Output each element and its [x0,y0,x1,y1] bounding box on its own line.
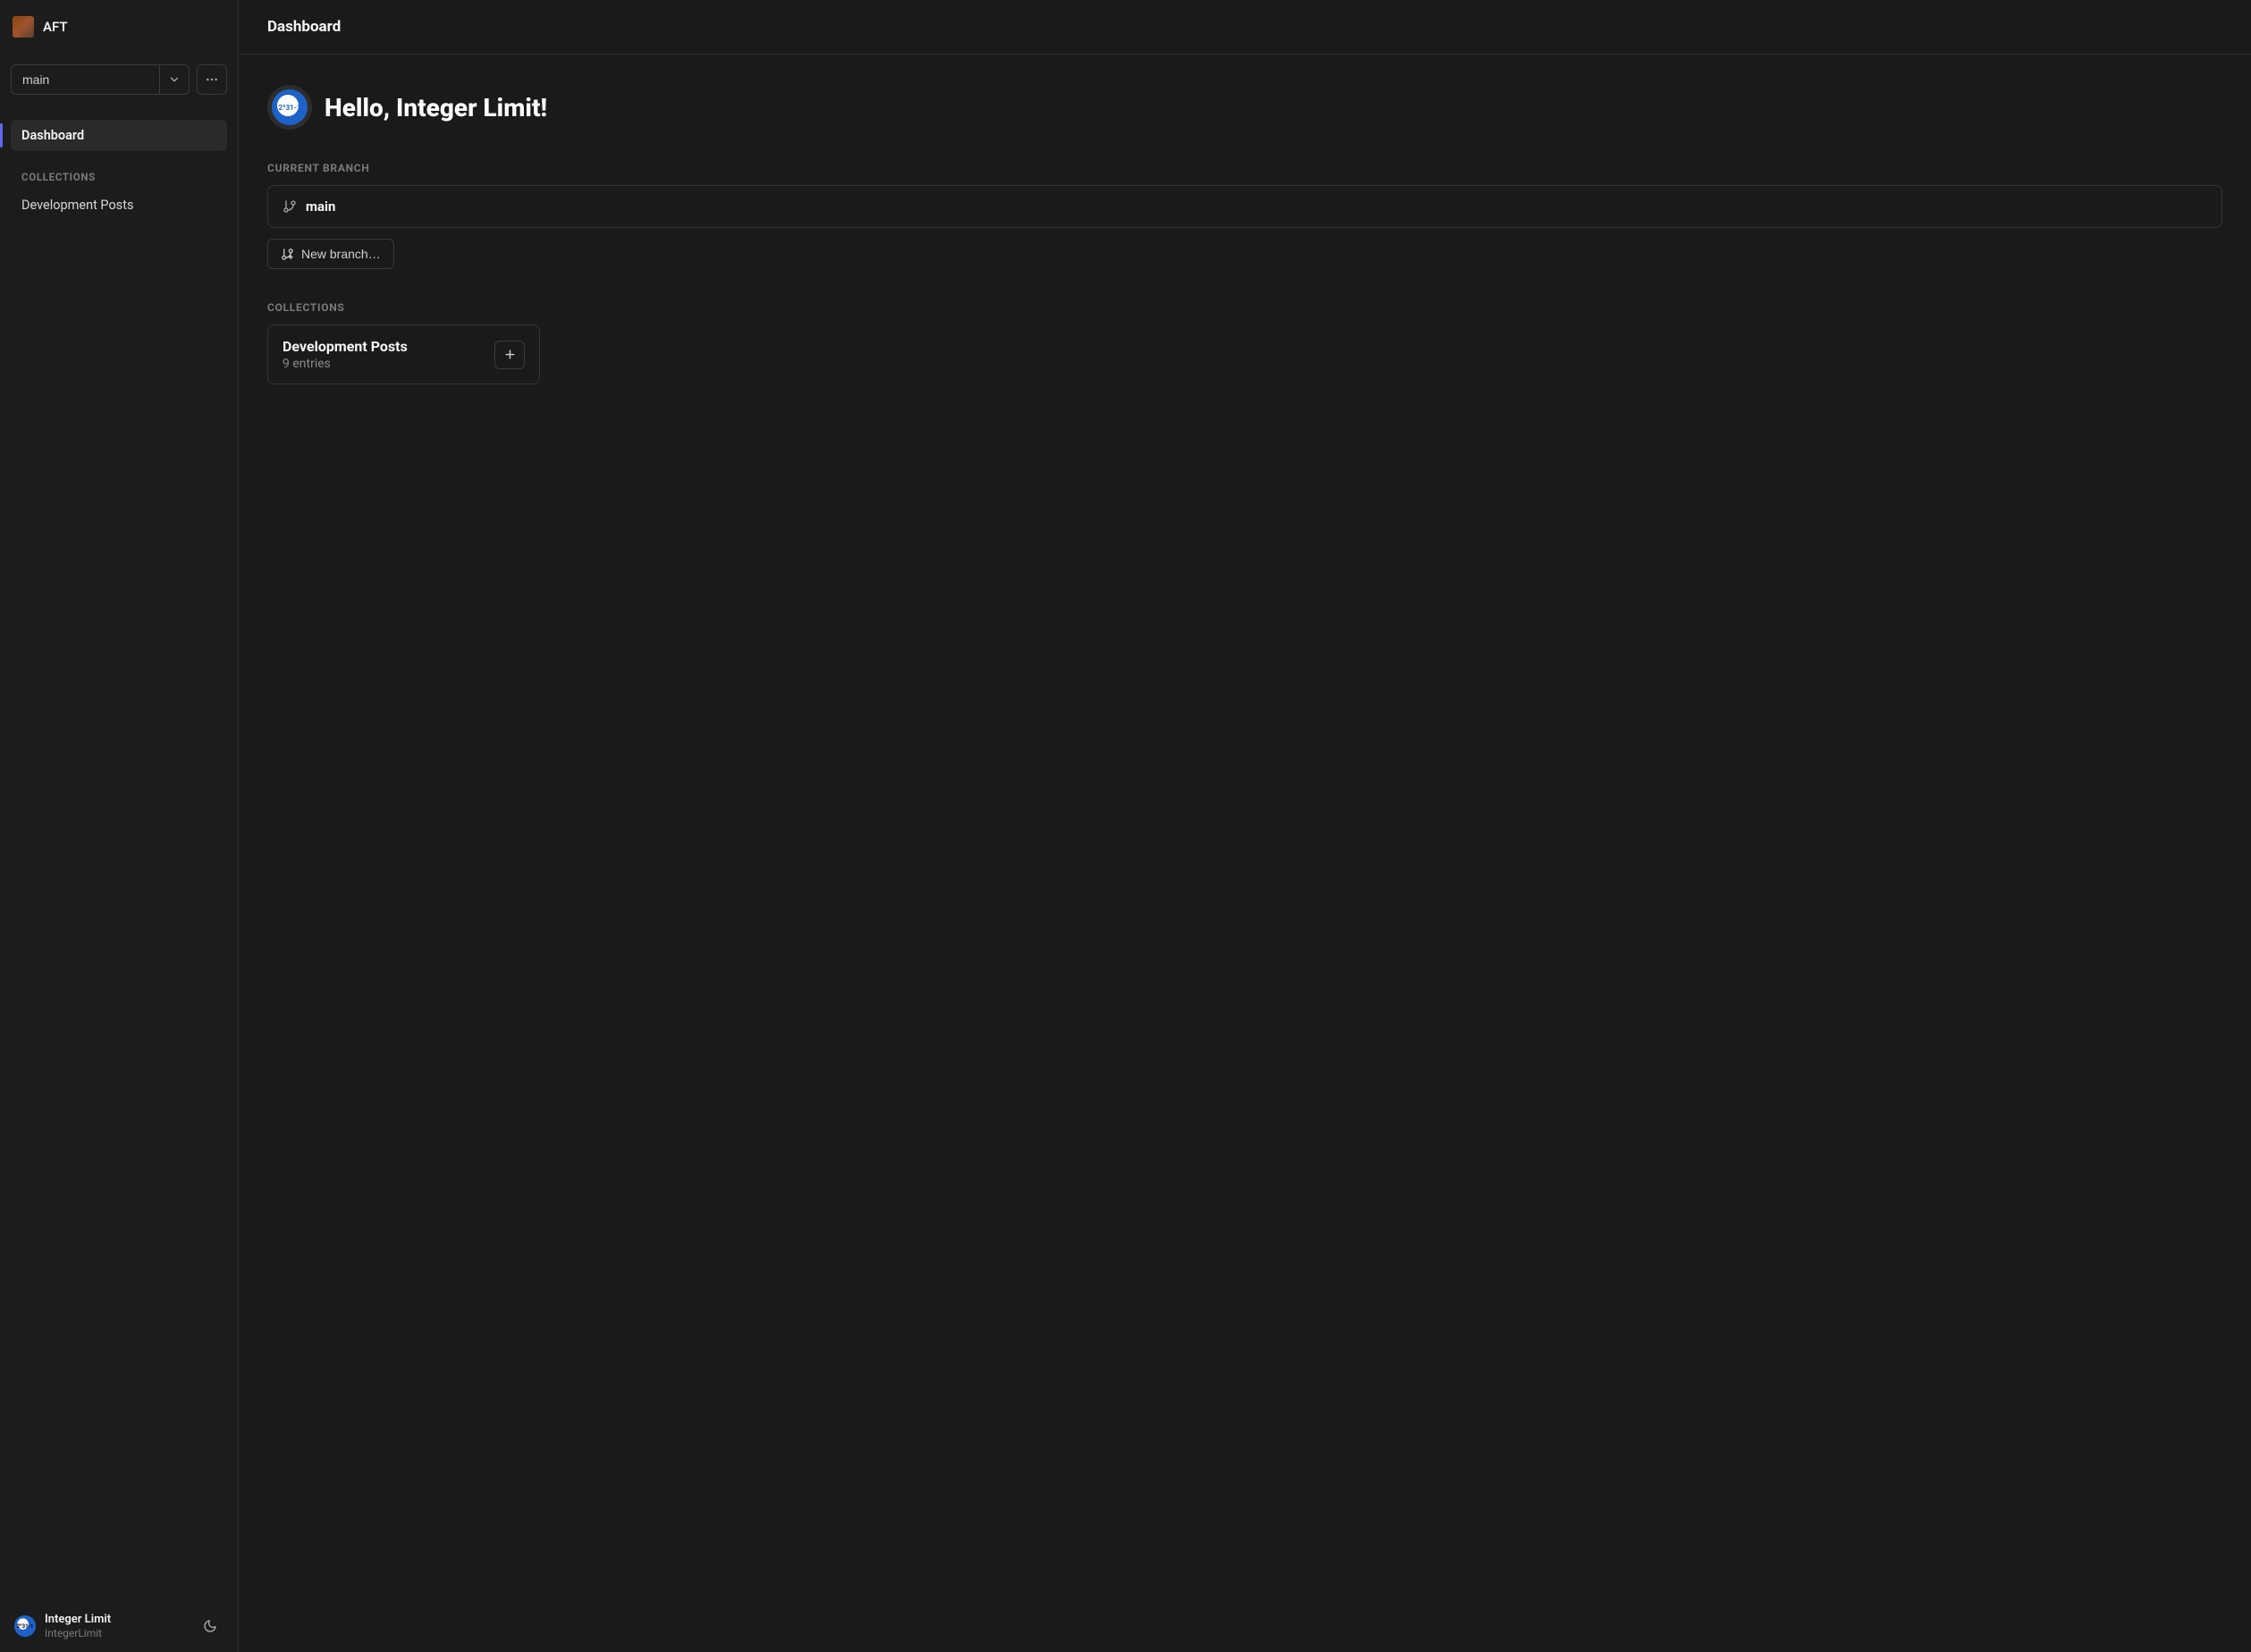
greeting-avatar: 2^31-1 [267,85,312,130]
sidebar-item-label: Dashboard [21,128,84,143]
branch-icon [282,199,297,214]
branch-selector: main [11,64,190,95]
sidebar-item-label: Development Posts [21,198,133,213]
collection-add-button[interactable] [494,341,525,369]
more-horizontal-icon [205,72,219,87]
branch-selector-row: main [0,54,238,107]
new-branch-button[interactable]: New branch… [267,239,394,269]
sidebar-item-development-posts[interactable]: Development Posts [11,190,227,220]
chevron-down-icon [168,73,181,86]
sidebar: AFT main Dashboard COLLECTIONS Developme… [0,0,239,1652]
collection-card-title: Development Posts [282,338,473,355]
sidebar-nav: Dashboard COLLECTIONS Development Posts [0,107,238,220]
theme-toggle-button[interactable] [197,1613,223,1639]
greeting: 2^31-1 Hello, Integer Limit! [267,85,2222,130]
moon-icon [203,1619,217,1633]
branch-plus-icon [281,248,294,261]
project-logo [13,16,34,38]
user-handle: IntegerLimit [45,1627,188,1639]
project-name: AFT [43,19,68,35]
collections-grid: Development Posts 9 entries [267,324,2222,384]
user-display-name: Integer Limit [45,1613,188,1627]
section-label-current-branch: CURRENT BRANCH [267,162,2222,174]
branch-select-button[interactable]: main [12,65,159,94]
branch-more-button[interactable] [197,64,227,95]
greeting-text: Hello, Integer Limit! [325,93,547,122]
new-branch-label: New branch… [301,247,381,261]
avatar-text: 2^31-1 [14,1615,36,1637]
page-title: Dashboard [267,18,2222,36]
sidebar-section-header-collections: COLLECTIONS [0,155,238,190]
main-header: Dashboard [239,0,2251,55]
sidebar-item-dashboard[interactable]: Dashboard [11,120,227,151]
app-root: AFT main Dashboard COLLECTIONS Developme… [0,0,2251,1652]
greeting-avatar-text: 2^31-1 [272,89,308,125]
collection-card-count: 9 entries [282,357,473,371]
sidebar-footer: 2^31-1 Integer Limit IntegerLimit [0,1600,238,1652]
project-header[interactable]: AFT [0,0,238,54]
main-area: Dashboard 2^31-1 Hello, Integer Limit! C… [239,0,2251,1652]
main-content: 2^31-1 Hello, Integer Limit! CURRENT BRA… [239,55,2251,415]
collection-card-development-posts[interactable]: Development Posts 9 entries [267,324,540,384]
user-info[interactable]: Integer Limit IntegerLimit [45,1613,188,1639]
current-branch-name: main [306,198,335,215]
collection-card-info: Development Posts 9 entries [282,338,473,371]
user-avatar[interactable]: 2^31-1 [14,1615,36,1637]
plus-icon [503,348,517,361]
section-label-collections: COLLECTIONS [267,301,2222,314]
branch-chevron-button[interactable] [159,65,189,94]
current-branch-card[interactable]: main [267,185,2222,228]
